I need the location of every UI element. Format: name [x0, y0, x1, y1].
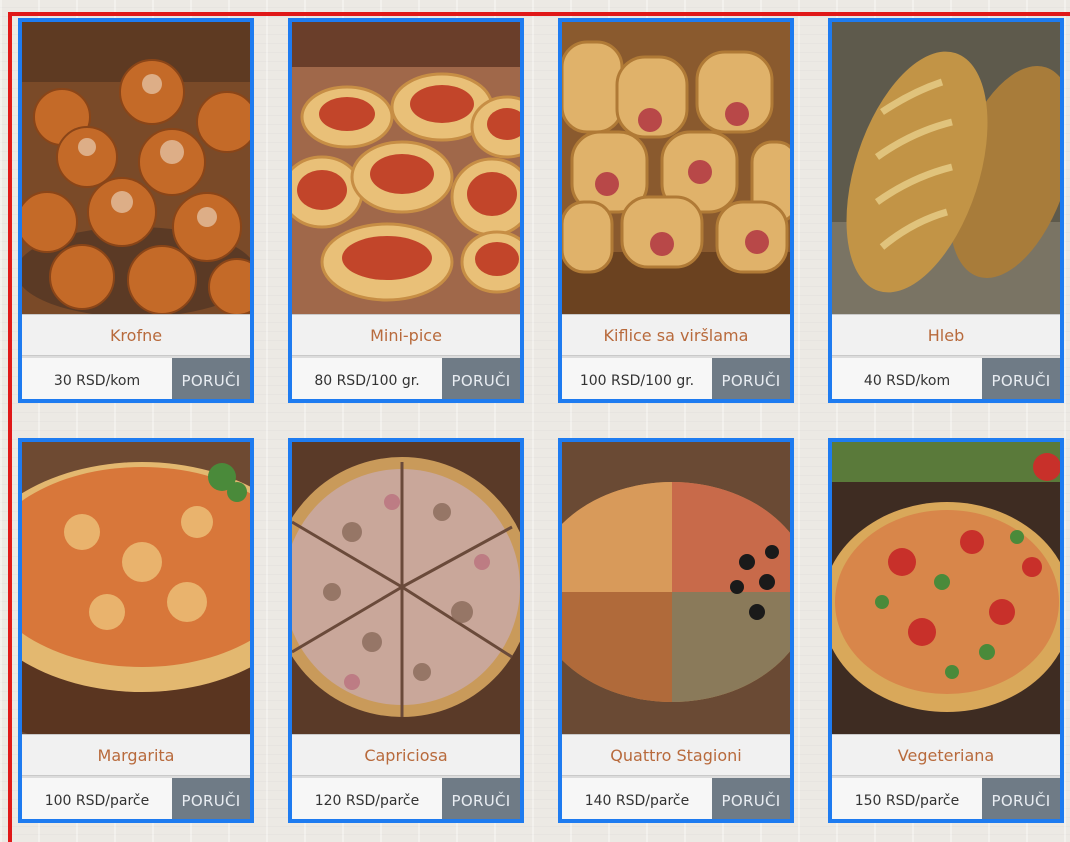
- product-name: Capriciosa: [292, 734, 520, 776]
- order-button[interactable]: PORUČI: [982, 778, 1060, 819]
- product-photo-pizza-quattro-stagioni: [562, 442, 790, 734]
- product-name: Mini-pice: [292, 314, 520, 356]
- product-name: Quattro Stagioni: [562, 734, 790, 776]
- order-button[interactable]: PORUČI: [712, 358, 790, 399]
- product-photo-pizza-capriciosa: [292, 442, 520, 734]
- product-photo-donuts: [22, 22, 250, 314]
- product-name: Kiflice sa viršlama: [562, 314, 790, 356]
- product-card: Quattro Stagioni 140 RSD/parče PORUČI: [558, 438, 794, 823]
- product-card: Mini-pice 80 RSD/100 gr. PORUČI: [288, 18, 524, 403]
- product-name: Margarita: [22, 734, 250, 776]
- product-price: 120 RSD/parče: [292, 778, 442, 819]
- product-card: Margarita 100 RSD/parče PORUČI: [18, 438, 254, 823]
- order-button[interactable]: PORUČI: [172, 778, 250, 819]
- product-price: 40 RSD/kom: [832, 358, 982, 399]
- product-card: Krofne 30 RSD/kom PORUČI: [18, 18, 254, 403]
- order-button[interactable]: PORUČI: [442, 778, 520, 819]
- product-photo-sausage-rolls: [562, 22, 790, 314]
- product-photo-pizza-margarita: [22, 442, 250, 734]
- product-card: Capriciosa 120 RSD/parče PORUČI: [288, 438, 524, 823]
- product-name: Hleb: [832, 314, 1060, 356]
- order-button[interactable]: PORUČI: [982, 358, 1060, 399]
- product-price: 100 RSD/100 gr.: [562, 358, 712, 399]
- product-price: 80 RSD/100 gr.: [292, 358, 442, 399]
- product-photo-mini-pizzas: [292, 22, 520, 314]
- product-name: Krofne: [22, 314, 250, 356]
- order-button[interactable]: PORUČI: [712, 778, 790, 819]
- product-photo-bread: [832, 22, 1060, 314]
- product-photo-pizza-vegeteriana: [832, 442, 1060, 734]
- order-button[interactable]: PORUČI: [442, 358, 520, 399]
- order-button[interactable]: PORUČI: [172, 358, 250, 399]
- product-price: 150 RSD/parče: [832, 778, 982, 819]
- product-price: 100 RSD/parče: [22, 778, 172, 819]
- product-price: 140 RSD/parče: [562, 778, 712, 819]
- product-name: Vegeteriana: [832, 734, 1060, 776]
- product-card: Vegeteriana 150 RSD/parče PORUČI: [828, 438, 1064, 823]
- product-card: Hleb 40 RSD/kom PORUČI: [828, 18, 1064, 403]
- product-card: Kiflice sa viršlama 100 RSD/100 gr. PORU…: [558, 18, 794, 403]
- product-price: 30 RSD/kom: [22, 358, 172, 399]
